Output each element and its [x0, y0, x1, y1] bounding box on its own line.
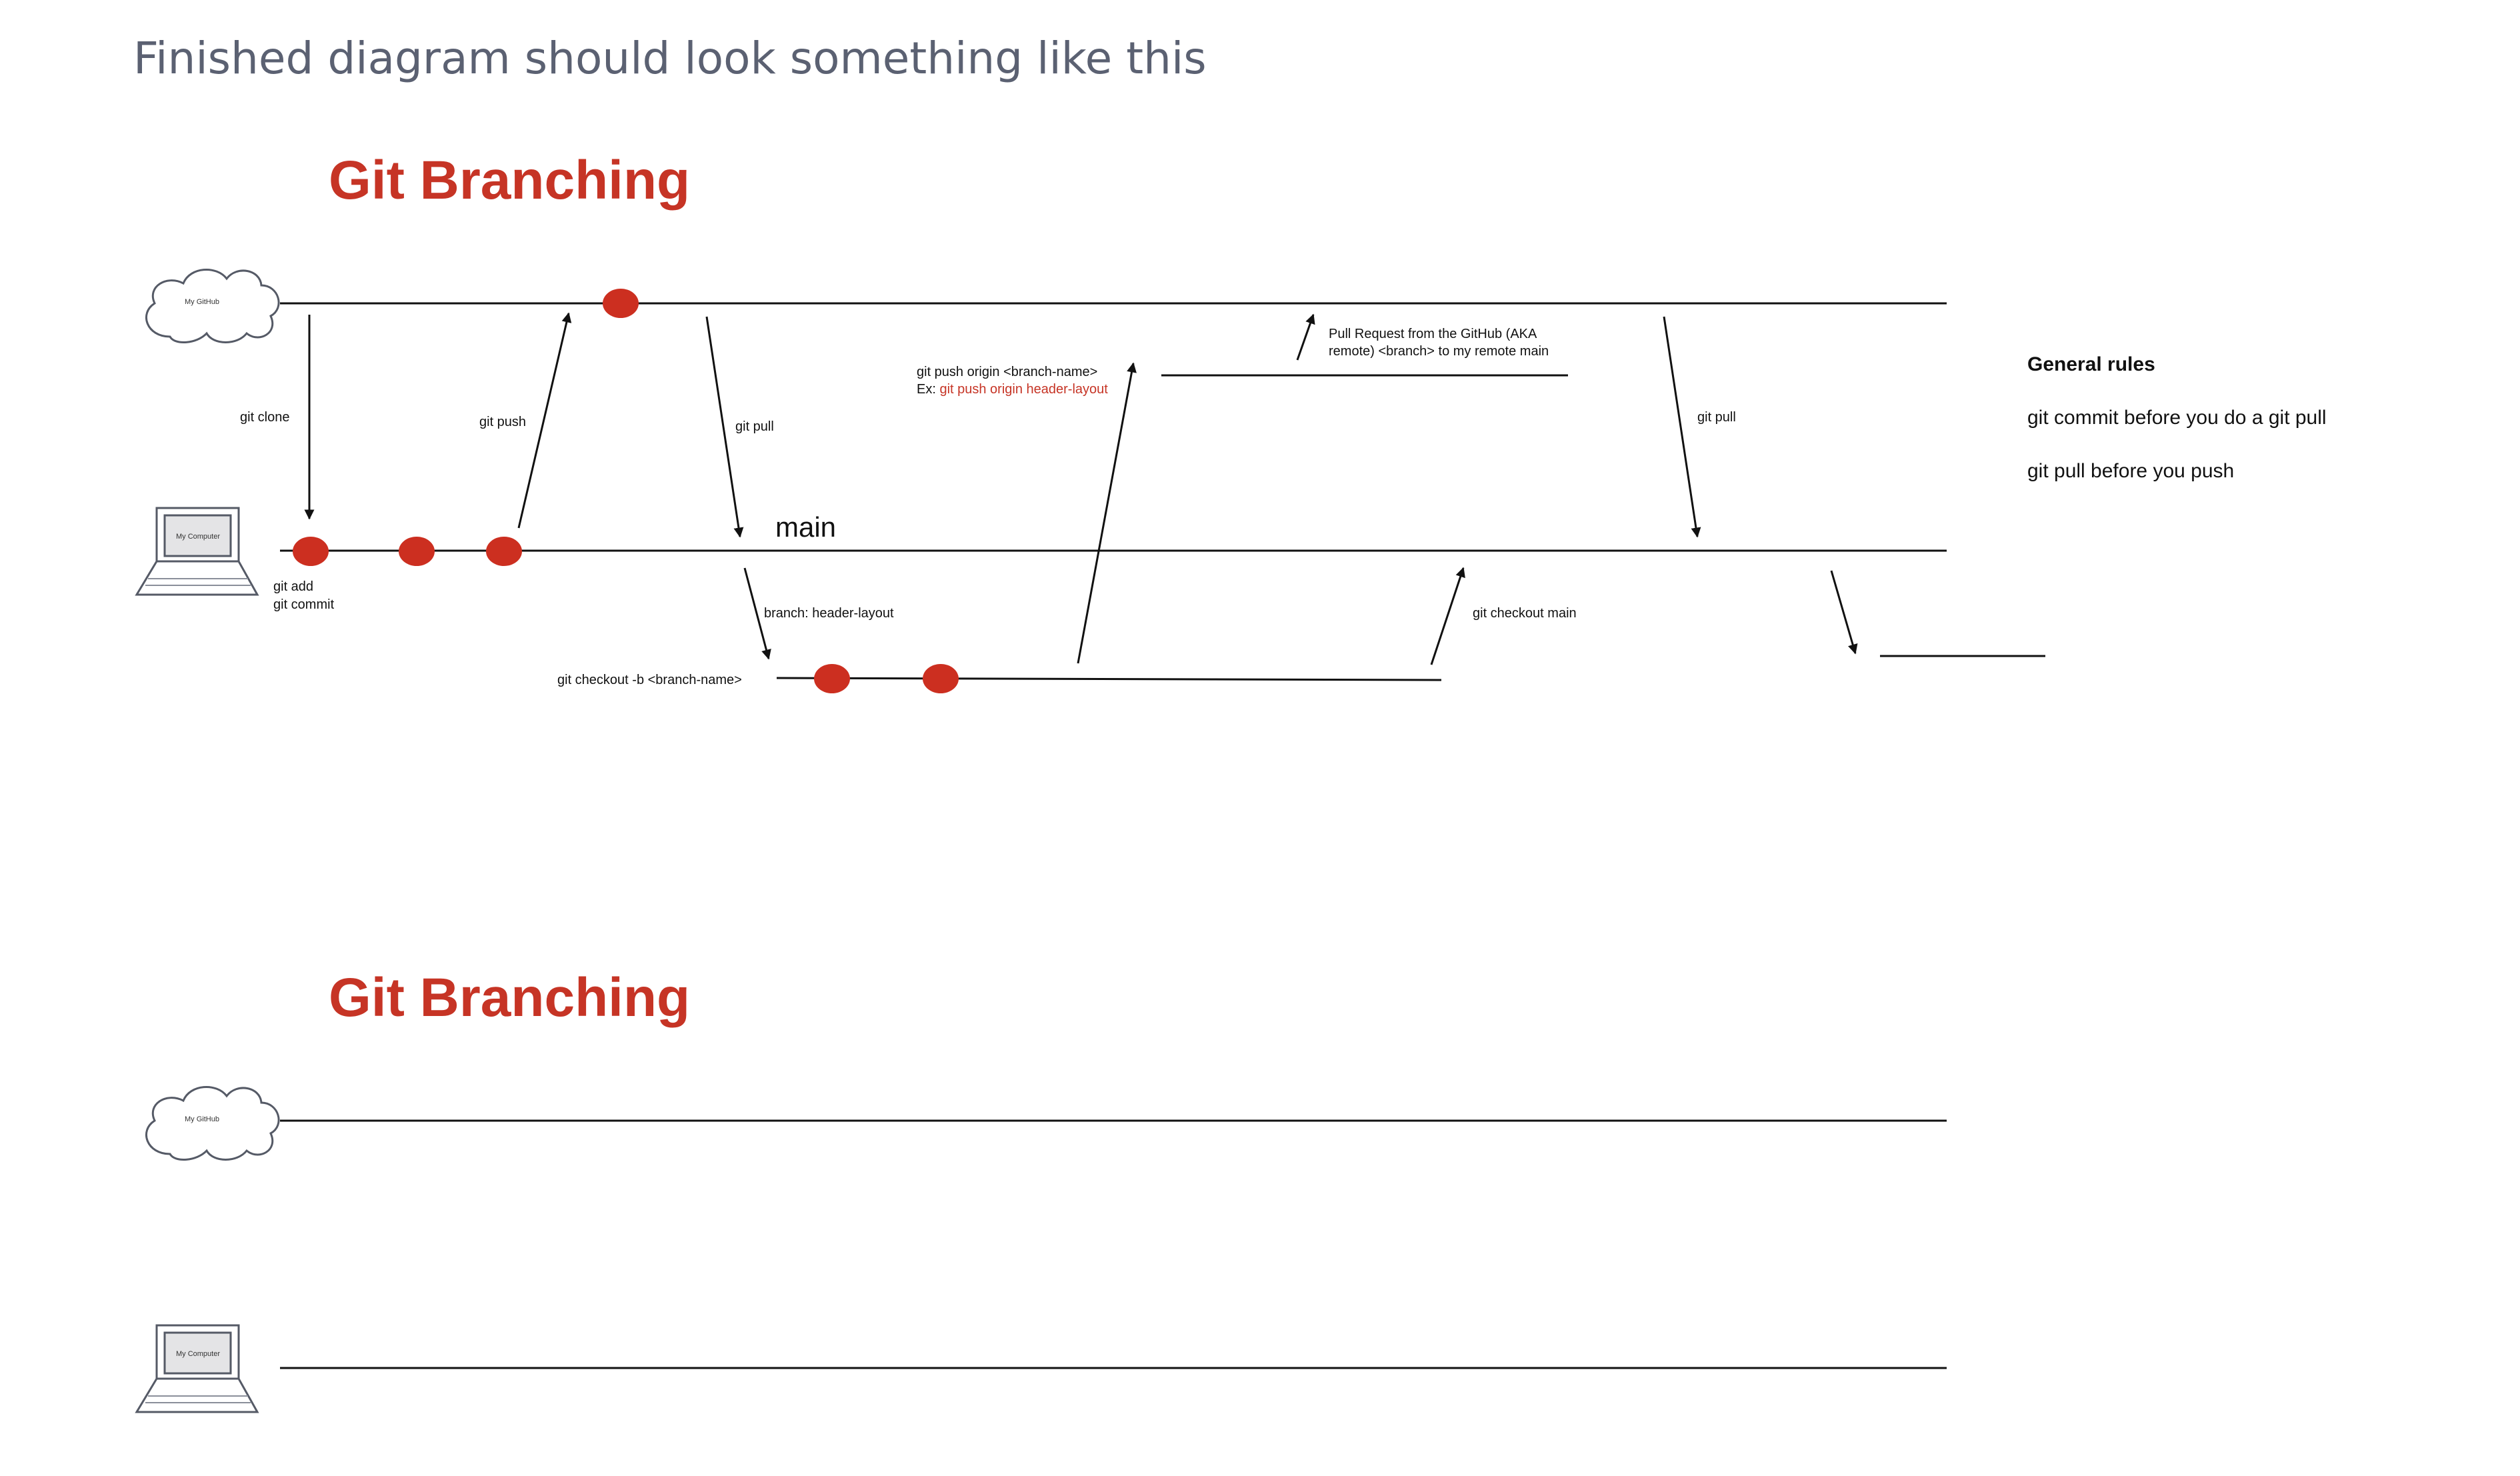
git-checkout-main-label: git checkout main — [1473, 606, 1577, 621]
git-pull-label: git pull — [735, 419, 774, 434]
github-cloud-label: My GitHub — [185, 298, 219, 306]
computer-laptop-icon: My Computer — [135, 507, 259, 596]
trailing-arrow — [1830, 570, 1858, 655]
git-checkout-b-label: git checkout -b <branch-name> — [557, 673, 742, 687]
diagram-1-title: Git Branching — [329, 150, 690, 211]
example-command: git push origin header-layout — [939, 382, 1108, 397]
computer-laptop-label: My Computer — [176, 533, 220, 541]
commit-dot — [814, 664, 850, 693]
github-cloud-icon: My GitHub — [145, 269, 280, 344]
github-cloud-label: My GitHub — [185, 1115, 219, 1123]
pull-request-label-line-2: remote) <branch> to my remote main — [1329, 344, 1549, 359]
github-cloud-icon: My GitHub — [145, 1086, 280, 1161]
commit-dot — [923, 664, 959, 693]
diagram-1: Git Branching My GitHub My Computer git … — [135, 150, 2045, 693]
git-push-origin-example: Ex: git push origin header-layout — [917, 382, 1108, 397]
computer-laptop-icon: My Computer — [135, 1324, 259, 1413]
git-pull-2-arrow — [1663, 316, 1701, 538]
commit-dot — [486, 537, 522, 566]
example-prefix: Ex: — [917, 382, 939, 397]
branch-header-layout-label: branch: header-layout — [764, 606, 894, 621]
commit-dot — [293, 537, 329, 566]
git-commit-label: git commit — [273, 597, 335, 612]
git-push-label: git push — [479, 415, 526, 429]
git-branching-diagram: Finished diagram should look something l… — [133, 33, 2327, 1413]
git-pull-2-label: git pull — [1697, 410, 1736, 425]
git-push-arrow — [517, 312, 572, 529]
pull-request-arrow — [1296, 313, 1315, 361]
general-rules: General rules git commit before you do a… — [2027, 353, 2327, 482]
diagram-2-title: Git Branching — [329, 967, 690, 1028]
git-clone-label: git clone — [240, 410, 290, 425]
rule-item: git pull before you push — [2027, 460, 2234, 482]
git-checkout-main-arrow — [1430, 567, 1465, 665]
general-rules-heading: General rules — [2027, 353, 2155, 375]
git-add-label: git add — [273, 579, 313, 594]
git-push-origin-arrow — [1077, 362, 1137, 664]
page-heading: Finished diagram should look something l… — [133, 33, 1207, 84]
commit-dot — [399, 537, 435, 566]
pull-request-label-line-1: Pull Request from the GitHub (AKA — [1329, 327, 1537, 341]
main-branch-label: main — [775, 511, 836, 543]
git-push-origin-label: git push origin <branch-name> — [917, 365, 1097, 379]
diagram-2: Git Branching My GitHub My Computer — [135, 967, 1947, 1413]
rule-item: git commit before you do a git pull — [2027, 407, 2327, 429]
computer-laptop-label: My Computer — [176, 1350, 220, 1358]
commit-dot — [603, 289, 639, 318]
branch-timeline — [776, 677, 1442, 681]
